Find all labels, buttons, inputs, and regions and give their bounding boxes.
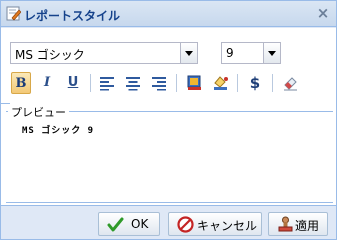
bold-label: B	[15, 76, 27, 91]
align-left-icon	[100, 77, 114, 91]
align-right-button[interactable]	[149, 72, 169, 94]
text-color-icon	[187, 75, 201, 90]
cancel-button[interactable]: キャンセル	[168, 212, 262, 236]
legend-line	[1, 103, 10, 104]
stamp-icon	[278, 216, 293, 232]
dialog-body: MS ゴシック 9 B I U $ プレビュー MS ゴシック 9	[1, 28, 336, 205]
cancel-icon	[177, 216, 194, 233]
preview-legend: プレビュー	[1, 103, 69, 120]
apply-label: 適用	[295, 219, 320, 233]
apply-button[interactable]: 適用	[268, 212, 328, 236]
italic-button[interactable]: I	[37, 72, 57, 94]
dialog-title: レポートスタイル	[24, 9, 121, 23]
eraser-icon	[283, 77, 297, 91]
dialog-titlebar[interactable]: レポートスタイル ×	[1, 1, 336, 27]
dialog-footer: OK キャンセル 適用	[1, 205, 336, 239]
preview-legend-label: プレビュー	[11, 106, 66, 119]
preview-sample-text: MS ゴシック 9	[22, 126, 95, 136]
clear-format-button[interactable]	[280, 72, 300, 94]
font-size-select[interactable]: 9	[221, 42, 281, 64]
close-icon[interactable]: ×	[316, 6, 330, 21]
toolbar-divider	[176, 74, 177, 92]
text-color-button[interactable]	[184, 72, 204, 94]
bold-button[interactable]: B	[11, 72, 31, 94]
italic-label: I	[43, 75, 51, 90]
checkmark-icon	[107, 217, 124, 232]
align-center-icon	[126, 77, 140, 91]
font-size-value: 9	[226, 46, 234, 60]
fill-color-icon	[213, 76, 228, 90]
currency-label: $	[249, 74, 261, 92]
format-toolbar: B I U $	[11, 72, 329, 96]
chevron-down-icon[interactable]	[180, 43, 197, 63]
chevron-down-icon[interactable]	[263, 43, 280, 63]
fill-color-button[interactable]	[210, 72, 230, 94]
toolbar-divider	[237, 74, 238, 92]
align-left-button[interactable]	[97, 72, 117, 94]
ok-label: OK	[131, 217, 149, 231]
font-family-select[interactable]: MS ゴシック	[10, 42, 198, 64]
align-center-button[interactable]	[123, 72, 143, 94]
ok-button[interactable]: OK	[98, 212, 160, 236]
report-style-dialog: レポートスタイル × MS ゴシック 9 B I U $ プレビュー MS ゴシ…	[0, 0, 337, 240]
underline-button[interactable]: U	[63, 72, 83, 94]
toolbar-divider	[272, 74, 273, 92]
cancel-label: キャンセル	[197, 219, 258, 233]
toolbar-divider	[90, 74, 91, 92]
currency-format-button[interactable]: $	[245, 72, 265, 94]
underline-label: U	[67, 75, 79, 90]
align-right-icon	[152, 77, 166, 91]
font-family-value: MS ゴシック	[15, 48, 85, 62]
report-style-icon	[6, 6, 21, 21]
preview-panel: プレビュー MS ゴシック 9	[1, 103, 333, 203]
